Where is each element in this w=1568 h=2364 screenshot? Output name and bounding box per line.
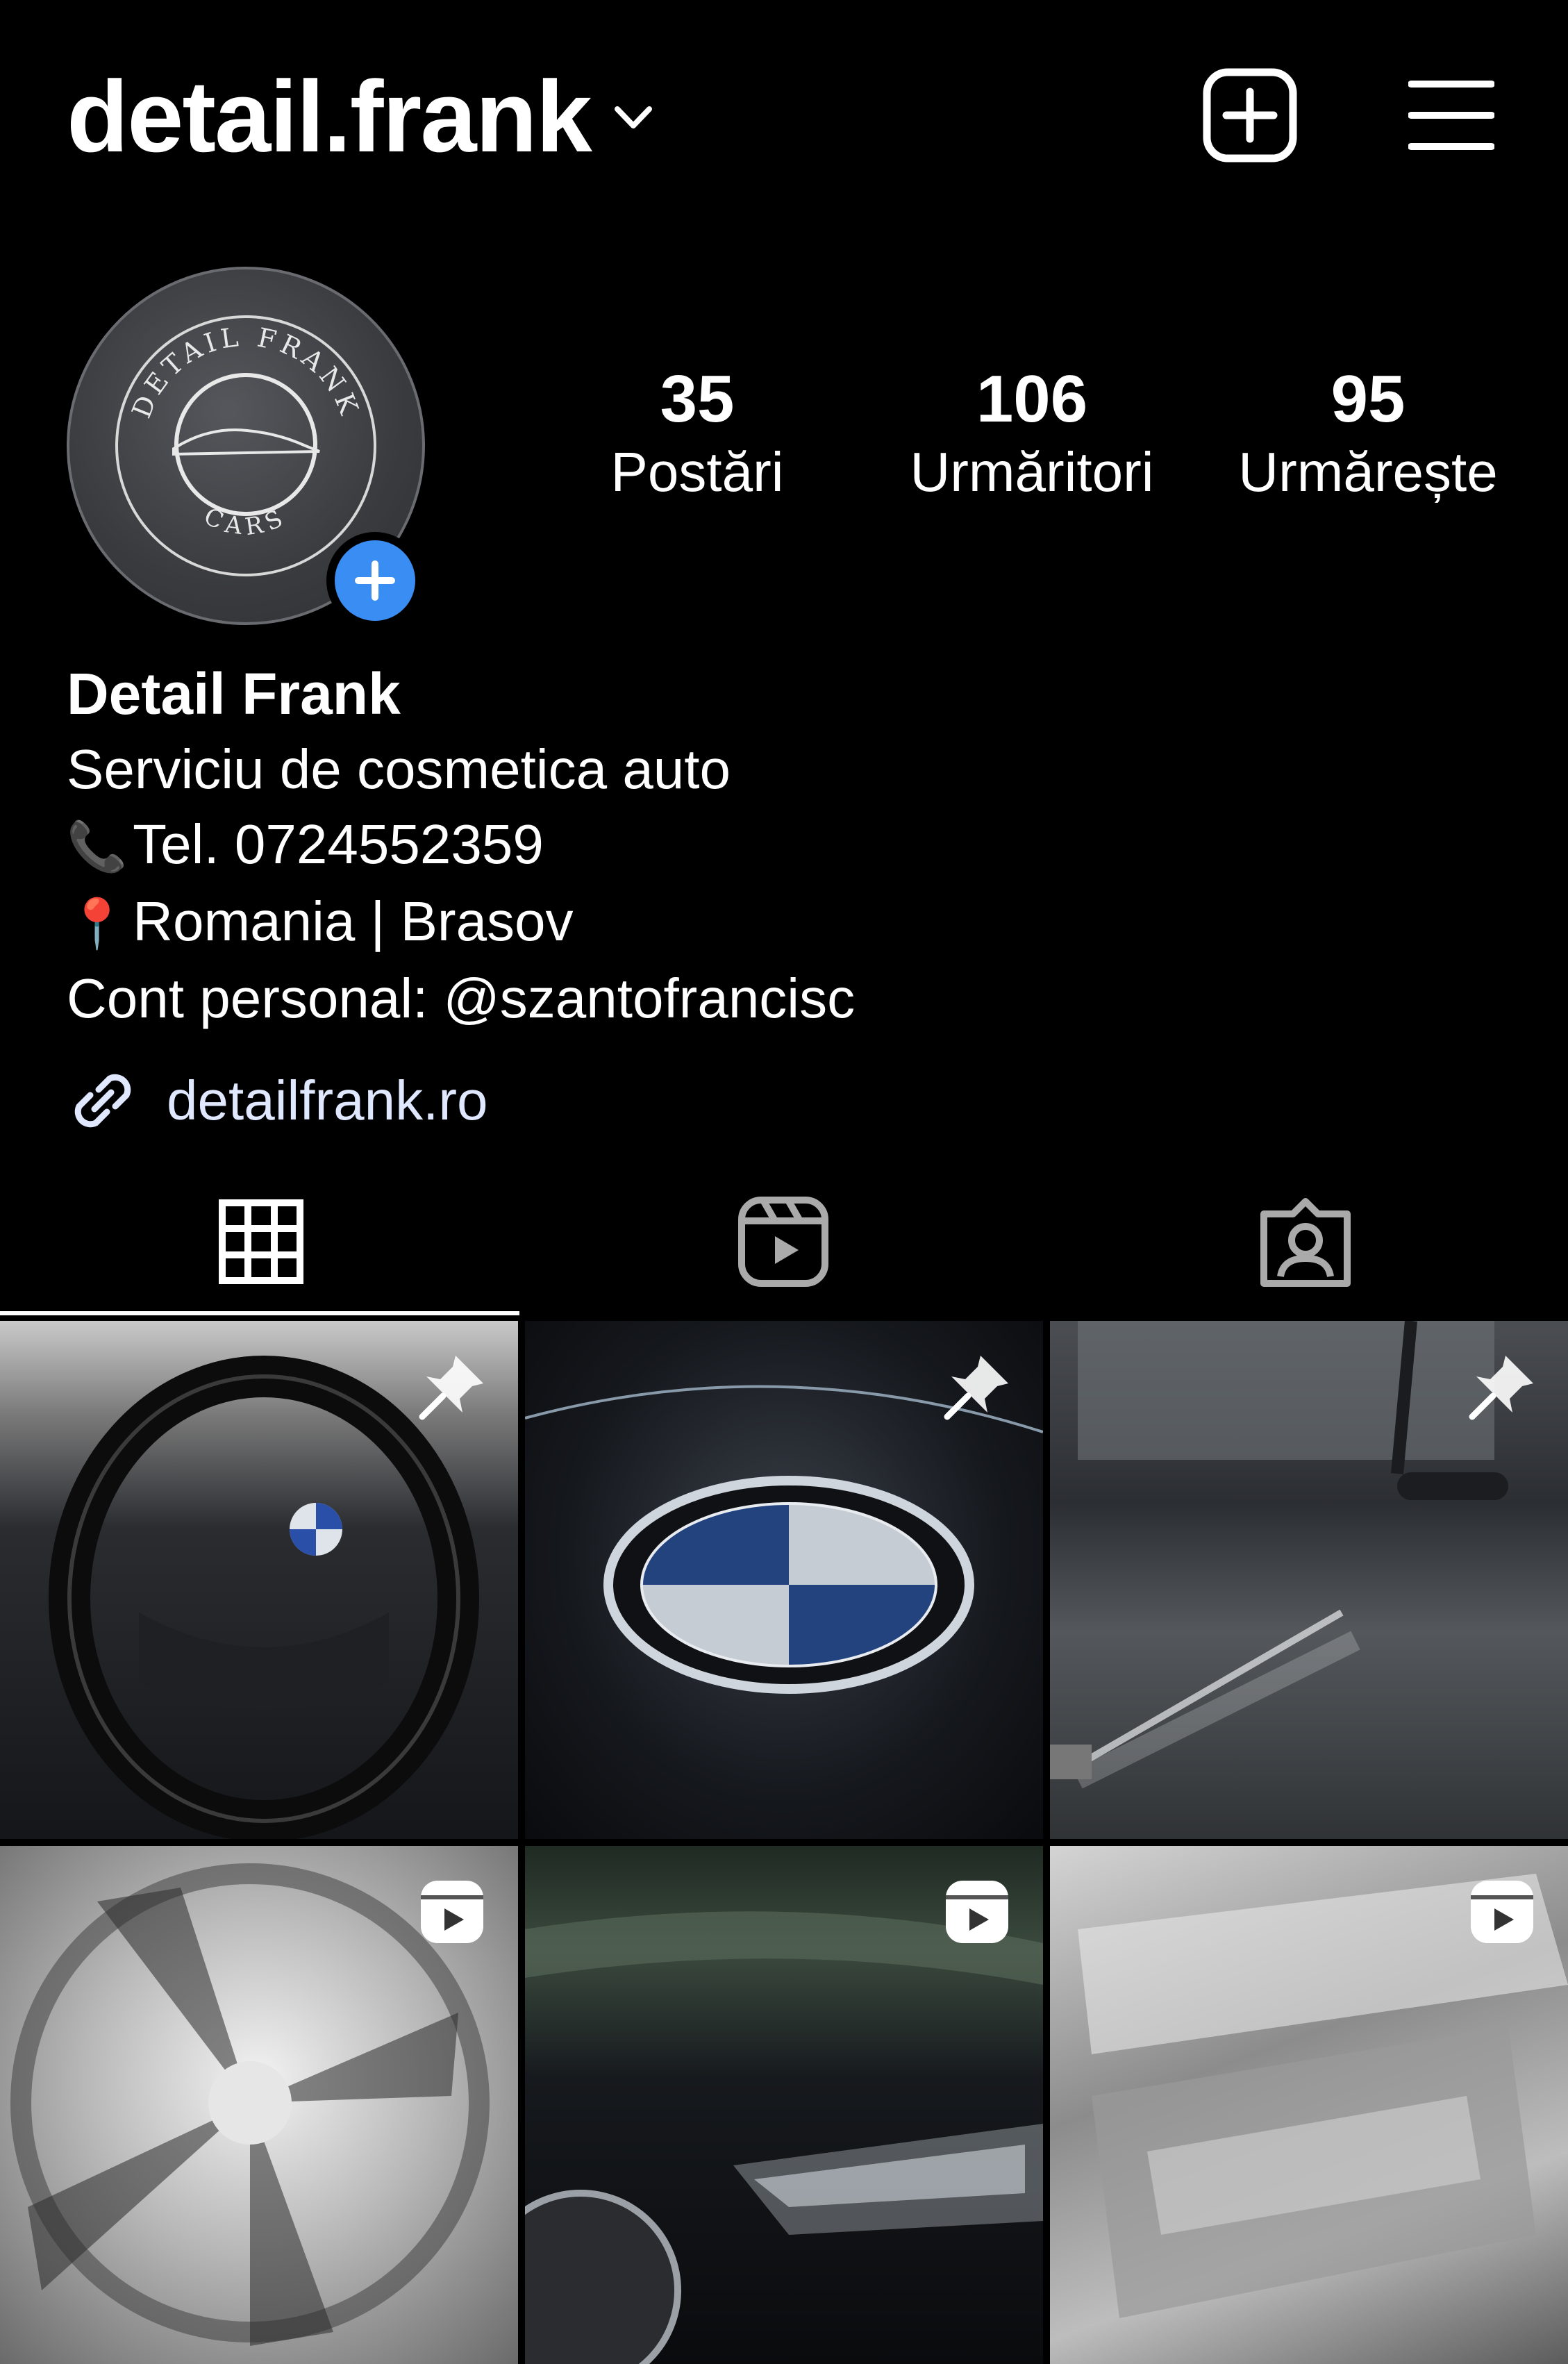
- bio-text: Cont personal: @szantofrancisc: [67, 967, 856, 1029]
- post-tile[interactable]: [525, 1321, 1043, 1839]
- posts-count: 35: [660, 362, 735, 436]
- profile-bio: Detail Frank Serviciu de cosmetica auto …: [67, 656, 855, 1036]
- website-text: detailfrank.ro: [167, 1069, 488, 1131]
- bio-line: Serviciu de cosmetica auto: [67, 732, 855, 807]
- tab-posts-grid[interactable]: [0, 1167, 522, 1317]
- bio-line-phone[interactable]: 📞 Tel. 0724552359: [67, 807, 855, 884]
- bio-text: Romania | Brasov: [133, 890, 574, 952]
- chevron-down-icon: [614, 106, 652, 128]
- post-tile[interactable]: [0, 1846, 518, 2364]
- svg-text:CARS: CARS: [200, 502, 292, 541]
- following-count: 95: [1331, 362, 1406, 436]
- phone-icon: 📞: [67, 819, 128, 874]
- following-stat[interactable]: 95 Urmărește: [1222, 361, 1514, 507]
- plus-square-icon: [1203, 68, 1297, 163]
- display-name: Detail Frank: [67, 661, 401, 726]
- post-tile[interactable]: [0, 1321, 518, 1839]
- post-tile[interactable]: [1050, 1846, 1568, 2364]
- following-label: Urmărește: [1238, 441, 1498, 503]
- bio-text: Tel. 0724552359: [133, 813, 544, 875]
- account-switcher[interactable]: detail.frank: [67, 61, 658, 172]
- reels-icon: [738, 1197, 828, 1287]
- hamburger-menu-icon: [1408, 81, 1494, 150]
- bio-line-personal-account[interactable]: Cont personal: @szantofrancisc: [67, 961, 855, 1036]
- pin-icon: [1469, 1356, 1533, 1420]
- reel-icon: [946, 1881, 1008, 1943]
- tab-tagged[interactable]: [1044, 1167, 1567, 1317]
- bio-line-location: 📍 Romania | Brasov: [67, 884, 855, 961]
- username-label: detail.frank: [67, 60, 592, 173]
- svg-text:DETAIL FRANK: DETAIL FRANK: [126, 322, 365, 423]
- post-tile[interactable]: [525, 1846, 1043, 2364]
- pin-icon: [419, 1356, 483, 1420]
- profile-tabs: [0, 1167, 1568, 1320]
- posts-label: Postări: [610, 441, 784, 503]
- posts-count-stat[interactable]: 35 Postări: [551, 361, 843, 507]
- pin-icon: [944, 1356, 1008, 1420]
- grid-icon: [219, 1199, 303, 1284]
- link-icon: [74, 1074, 131, 1128]
- menu-button[interactable]: [1403, 67, 1500, 164]
- website-link[interactable]: detailfrank.ro: [67, 1063, 487, 1139]
- post-tile[interactable]: [1050, 1321, 1568, 1839]
- top-bar: detail.frank: [0, 0, 1568, 229]
- location-pin-icon: 📍: [67, 897, 128, 951]
- followers-stat[interactable]: 106 Urmăritori: [886, 361, 1178, 507]
- reel-icon: [421, 1881, 483, 1943]
- create-post-button[interactable]: [1201, 67, 1299, 164]
- tab-reels[interactable]: [522, 1167, 1044, 1317]
- tagged-icon: [1260, 1198, 1351, 1287]
- plus-icon: [355, 560, 395, 601]
- active-tab-indicator: [0, 1311, 519, 1315]
- followers-count: 106: [976, 362, 1088, 436]
- followers-label: Urmăritori: [910, 441, 1154, 503]
- add-story-button[interactable]: [326, 532, 424, 629]
- reel-icon: [1471, 1881, 1533, 1943]
- bio-text: Serviciu de cosmetica auto: [67, 738, 731, 800]
